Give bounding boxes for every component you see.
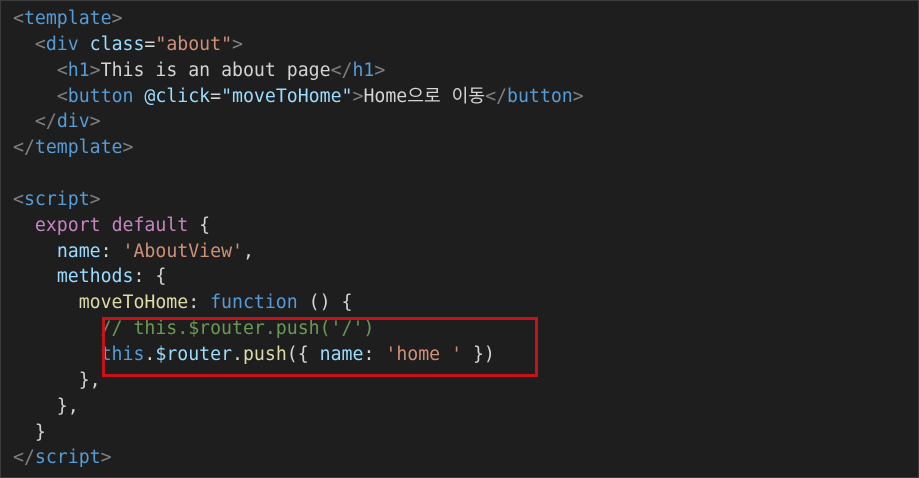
code-token: . (144, 343, 156, 365)
code-token: this (100, 343, 145, 365)
code-token: methods (56, 266, 134, 288)
code-token: name (56, 240, 101, 262)
code-token: > (89, 188, 101, 210)
code-token: button (507, 85, 573, 107)
code-token: < (13, 8, 24, 29)
code-token: Home으로 이동 (363, 85, 486, 107)
code-line[interactable]: <template> (13, 6, 584, 32)
code-token: 'AboutView' (122, 240, 243, 262)
code-content[interactable]: <template> <div class="about"> <h1>This … (13, 6, 584, 471)
code-token: : { (133, 266, 167, 288)
code-token: > (122, 137, 134, 159)
code-line[interactable]: }, (13, 394, 584, 420)
code-token: = (144, 33, 156, 55)
code-token: : (100, 240, 123, 262)
code-token: </ (485, 85, 508, 107)
code-token: $router (155, 343, 233, 365)
code-token: > (100, 447, 112, 469)
code-token: name (319, 343, 364, 365)
code-line[interactable]: } (13, 420, 584, 446)
code-token: push (242, 343, 287, 365)
code-token: template (23, 8, 112, 29)
code-token: . (232, 343, 243, 365)
code-token: : (188, 292, 211, 314)
code-line[interactable]: export default { (13, 213, 584, 239)
code-token: () { (297, 292, 353, 314)
code-line[interactable]: name: 'AboutView', (13, 239, 584, 265)
code-token: > (572, 85, 584, 107)
code-line[interactable]: <h1>This is an about page</h1> (13, 58, 584, 84)
code-token: button (67, 85, 134, 107)
code-token: export (34, 214, 101, 236)
code-token: </ (34, 111, 57, 133)
code-token: </ (13, 447, 35, 469)
code-token: { (188, 214, 211, 236)
code-token: div (56, 111, 90, 133)
code-token: "moveToHome" (221, 85, 353, 107)
code-token: > (232, 33, 243, 55)
code-line[interactable]: this.$router.push({ name: 'home ' }) (13, 342, 584, 368)
code-token: </ (13, 137, 35, 159)
code-token: : (363, 343, 386, 365)
code-editor[interactable]: <template> <div class="about"> <h1>This … (0, 0, 919, 478)
code-line[interactable]: <script> (13, 187, 584, 213)
code-line[interactable]: </script> (13, 445, 584, 471)
code-token: default (111, 214, 189, 236)
code-token: moveToHome (78, 292, 189, 314)
code-token: }, (13, 369, 101, 391)
code-token: > (89, 59, 101, 81)
code-token: script (34, 447, 101, 469)
code-token: , (242, 240, 254, 262)
code-token: function (210, 292, 298, 314)
code-token: > (374, 59, 386, 81)
code-token: < (34, 33, 46, 55)
code-token: class (89, 33, 145, 55)
code-token: @click (144, 85, 211, 107)
code-token: template (34, 137, 123, 159)
code-token: = (210, 85, 222, 107)
code-line[interactable]: // this.$router.push('/') (13, 316, 584, 342)
code-token: < (56, 85, 68, 107)
code-line[interactable]: moveToHome: function () { (13, 290, 584, 316)
code-token: < (13, 188, 24, 210)
code-line[interactable]: </template> (13, 135, 584, 161)
code-line[interactable]: ​ (13, 161, 584, 187)
code-token: h1 (352, 59, 375, 81)
code-token: ({ (286, 343, 320, 365)
code-token: div (45, 33, 79, 55)
code-token: > (352, 85, 364, 107)
code-token: // this.$router.push('/') (100, 318, 375, 340)
code-token: < (56, 59, 68, 81)
code-line[interactable]: </div> (13, 109, 584, 135)
code-token: 'home ' (385, 343, 463, 365)
code-token: }) (462, 343, 495, 365)
code-token: </ (330, 59, 353, 81)
code-line[interactable]: }, (13, 368, 584, 394)
code-line[interactable]: <button @click="moveToHome">Home으로 이동</b… (13, 84, 584, 110)
code-line[interactable]: methods: { (13, 264, 584, 290)
code-token: } (13, 421, 46, 443)
code-token: "about" (155, 33, 233, 55)
code-line[interactable]: <div class="about"> (13, 32, 584, 58)
code-token: > (111, 8, 123, 29)
code-token: }, (13, 395, 79, 417)
code-token: script (23, 188, 90, 210)
code-token: > (89, 111, 101, 133)
code-token: This is an about page (100, 59, 331, 81)
code-token: h1 (67, 59, 90, 81)
